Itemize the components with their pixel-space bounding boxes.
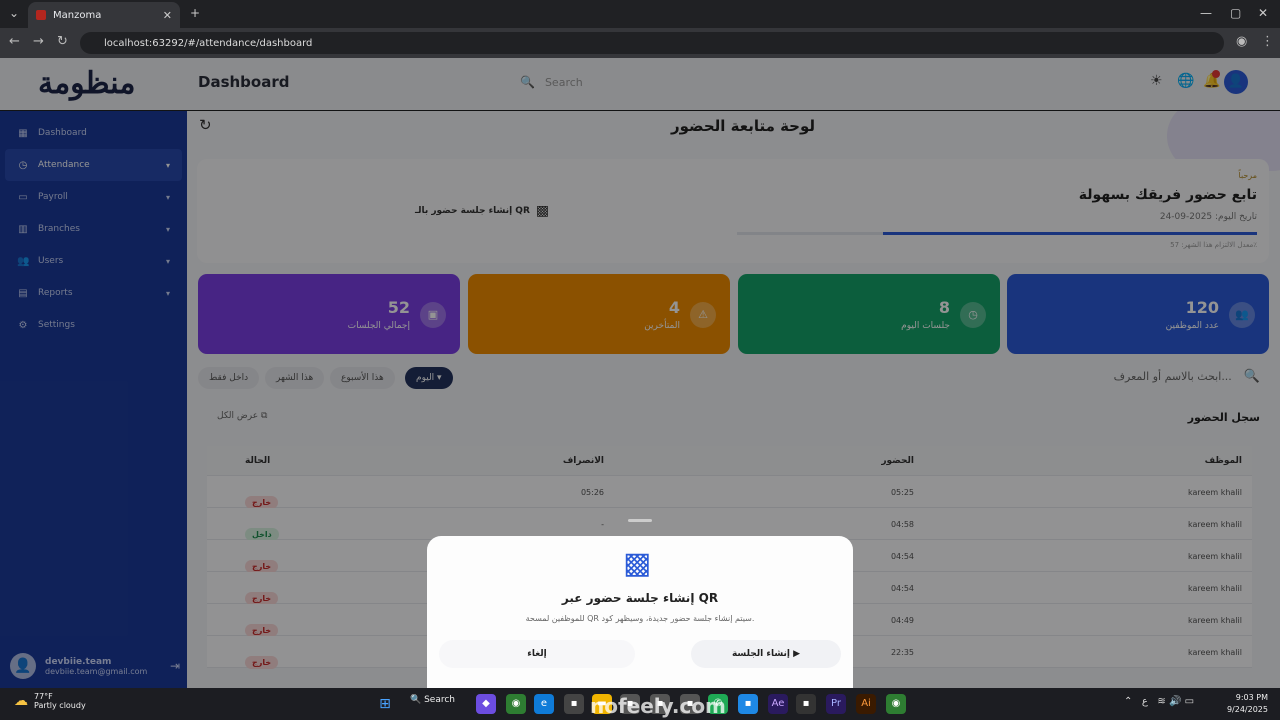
after-effects-icon[interactable]: Ae (768, 694, 788, 714)
taskbar-search[interactable]: 🔍 Search (410, 695, 455, 705)
chrome-icon[interactable]: ◉ (506, 694, 526, 714)
reload-icon[interactable]: ↻ (57, 34, 68, 49)
tab-list-icon[interactable]: ⌄ (9, 6, 19, 20)
qr-session-sheet: ▩ إنشاء جلسة حضور عبر QR للموظفين لمسحة … (427, 536, 853, 688)
app-icon[interactable]: ▪ (796, 694, 816, 714)
create-session-label: إنشاء الجلسة (731, 649, 790, 659)
system-tray[interactable]: ⌃ ع ≋ 🔊 ▭ (1124, 696, 1194, 707)
app-icon[interactable]: ▪ (738, 694, 758, 714)
qr-code-icon: ▩ (623, 546, 652, 581)
cancel-label: إلغاء (527, 649, 547, 659)
sheet-title: إنشاء جلسة حضور عبر QR (561, 591, 719, 605)
close-tab-icon[interactable]: ✕ (163, 9, 172, 22)
menu-icon[interactable]: ⋮ (1261, 34, 1274, 49)
forward-icon[interactable]: → (33, 34, 44, 49)
browser-tab-bar: ⌄ Manzoma ✕ + — ▢ ✕ (0, 0, 1280, 28)
weather-text: Partly cloudy (34, 701, 86, 710)
browser-tab[interactable]: Manzoma ✕ (28, 2, 180, 28)
start-icon[interactable]: ⊞ (375, 694, 395, 714)
temperature: 77°F (34, 692, 53, 701)
tab-title: Manzoma (53, 9, 102, 21)
new-tab-icon[interactable]: + (190, 6, 200, 20)
create-session-button[interactable]: إنشاء الجلسة ▶ (691, 640, 841, 668)
taskbar-search-label: Search (424, 695, 455, 705)
edge-icon[interactable]: e (534, 694, 554, 714)
profile-icon[interactable]: ◉ (1236, 34, 1247, 49)
back-icon[interactable]: ← (9, 34, 20, 49)
clock[interactable]: 9:03 PM 9/24/2025 (1227, 692, 1268, 716)
address-bar-row: ← → ↻ localhost:63292/#/attendance/dashb… (0, 28, 1280, 58)
os-taskbar: ☁ 77°F Partly cloudy ⊞ 🔍 Search ◆ ◉ e ▪ … (0, 688, 1280, 720)
play-icon: ▶ (793, 649, 801, 659)
chrome-icon[interactable]: ◉ (886, 694, 906, 714)
cancel-button[interactable]: إلغاء (439, 640, 635, 668)
watermark: nofeely.com (590, 694, 726, 718)
url-field[interactable]: localhost:63292/#/attendance/dashboard (80, 32, 1224, 54)
weather-widget[interactable]: ☁ 77°F Partly cloudy (14, 692, 86, 710)
close-window-icon[interactable]: ✕ (1258, 6, 1268, 20)
url-text: localhost:63292/#/attendance/dashboard (104, 37, 313, 49)
sheet-drag-handle[interactable] (628, 519, 652, 522)
premiere-icon[interactable]: Pr (826, 694, 846, 714)
clock-time: 9:03 PM (1235, 693, 1268, 702)
illustrator-icon[interactable]: Ai (856, 694, 876, 714)
clock-date: 9/24/2025 (1226, 705, 1268, 714)
weather-icon: ☁ (14, 693, 28, 709)
app-icon[interactable]: ▪ (564, 694, 584, 714)
minimize-icon[interactable]: — (1200, 6, 1212, 20)
copilot-icon[interactable]: ◆ (476, 694, 496, 714)
maximize-icon[interactable]: ▢ (1230, 6, 1241, 20)
sheet-description: للموظفين لمسحة QR سيتم إنشاء جلسة حضور ج… (525, 614, 755, 623)
favicon-icon (36, 10, 46, 20)
